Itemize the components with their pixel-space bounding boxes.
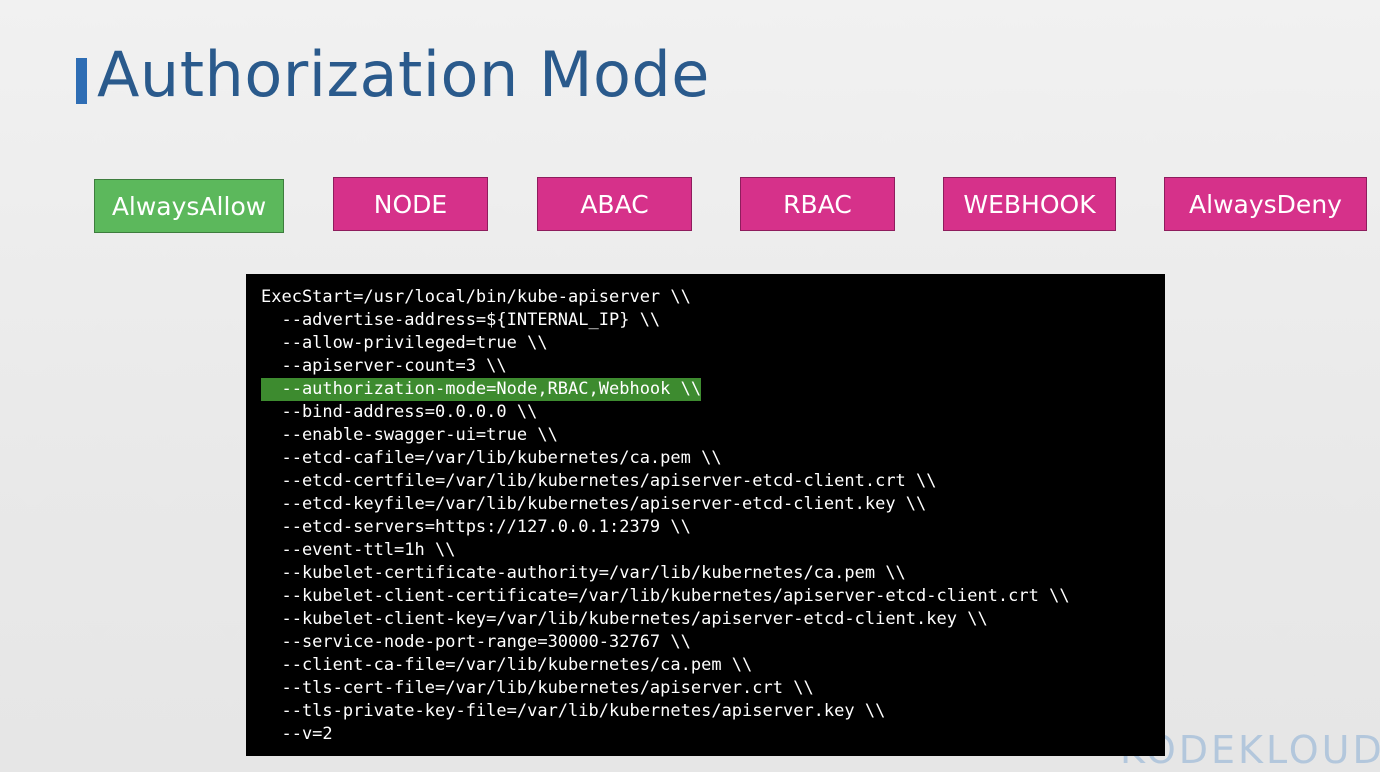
code-line: ExecStart=/usr/local/bin/kube-apiserver … bbox=[261, 287, 691, 307]
slide-title: Authorization Mode bbox=[97, 38, 710, 111]
code-line: --apiserver-count=3 \\ bbox=[261, 356, 507, 376]
code-line: --tls-private-key-file=/var/lib/kubernet… bbox=[261, 701, 886, 721]
code-line: --advertise-address=${INTERNAL_IP} \\ bbox=[261, 310, 661, 330]
code-line-highlighted: --authorization-mode=Node,RBAC,Webhook \… bbox=[261, 378, 702, 401]
code-line: --etcd-keyfile=/var/lib/kubernetes/apise… bbox=[261, 494, 927, 514]
mode-label: NODE bbox=[373, 189, 448, 219]
mode-webhook[interactable]: WEBHOOK bbox=[943, 177, 1116, 231]
mode-always-allow[interactable]: AlwaysAllow bbox=[94, 179, 284, 233]
code-line: --allow-privileged=true \\ bbox=[261, 333, 548, 353]
code-line: --bind-address=0.0.0.0 \\ bbox=[261, 402, 538, 422]
mode-label: AlwaysAllow bbox=[111, 191, 267, 221]
mode-label: AlwaysDeny bbox=[1189, 189, 1342, 219]
code-line: --v=2 bbox=[261, 724, 333, 744]
code-line: --etcd-cafile=/var/lib/kubernetes/ca.pem… bbox=[261, 448, 722, 468]
code-terminal: ExecStart=/usr/local/bin/kube-apiserver … bbox=[246, 274, 1165, 756]
mode-label: ABAC bbox=[580, 189, 649, 219]
code-line: --etcd-servers=https://127.0.0.1:2379 \\ bbox=[261, 517, 691, 537]
code-line: --client-ca-file=/var/lib/kubernetes/ca.… bbox=[261, 655, 753, 675]
code-line: --service-node-port-range=30000-32767 \\ bbox=[261, 632, 691, 652]
code-line: --etcd-certfile=/var/lib/kubernetes/apis… bbox=[261, 471, 937, 491]
mode-label: RBAC bbox=[783, 189, 852, 219]
mode-abac[interactable]: ABAC bbox=[537, 177, 692, 231]
code-line: --kubelet-client-certificate=/var/lib/ku… bbox=[261, 586, 1070, 606]
mode-rbac[interactable]: RBAC bbox=[740, 177, 895, 231]
title-accent-bar bbox=[76, 58, 87, 104]
code-line: --tls-cert-file=/var/lib/kubernetes/apis… bbox=[261, 678, 814, 698]
code-line: --enable-swagger-ui=true \\ bbox=[261, 425, 558, 445]
code-line: --event-ttl=1h \\ bbox=[261, 540, 456, 560]
mode-always-deny[interactable]: AlwaysDeny bbox=[1164, 177, 1367, 231]
code-line: --kubelet-client-key=/var/lib/kubernetes… bbox=[261, 609, 988, 629]
mode-node[interactable]: NODE bbox=[333, 177, 488, 231]
code-line: --kubelet-certificate-authority=/var/lib… bbox=[261, 563, 906, 583]
mode-label: WEBHOOK bbox=[963, 189, 1096, 219]
